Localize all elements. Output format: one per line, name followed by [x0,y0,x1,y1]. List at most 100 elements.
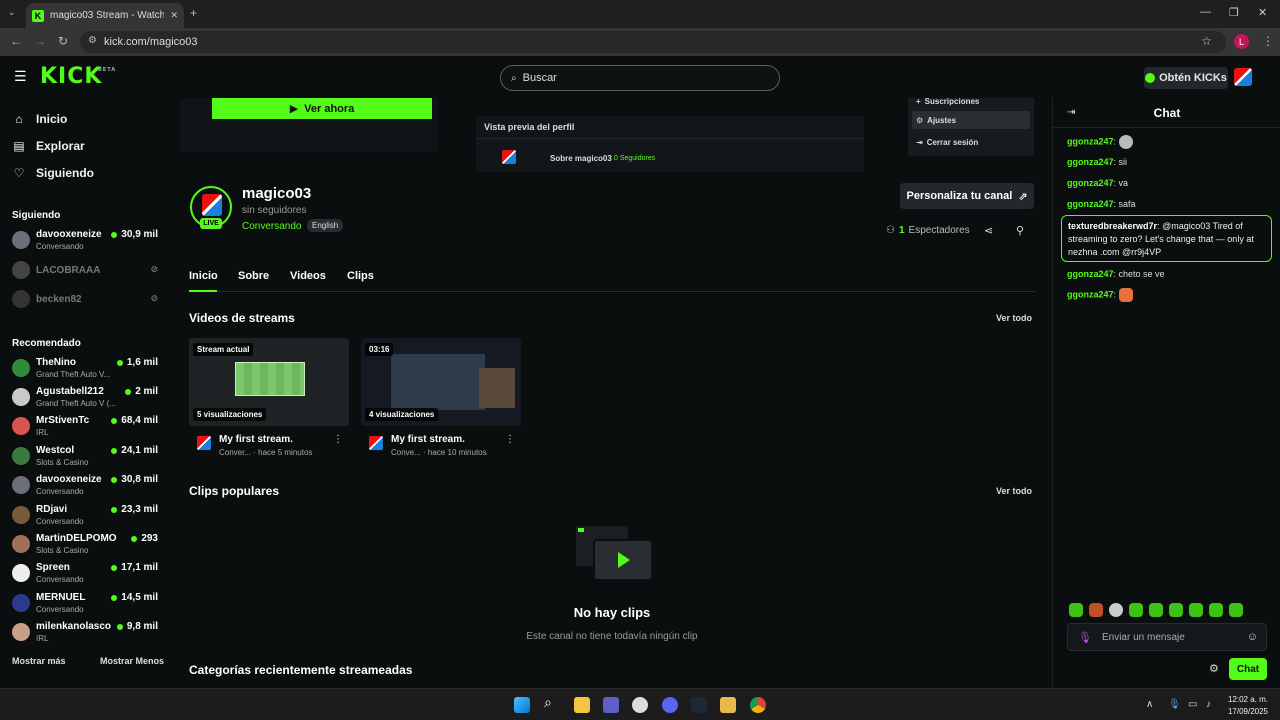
channel-item[interactable]: LACOBRAAA ⊘ [12,258,160,284]
share-icon[interactable]: ⋖ [984,224,993,237]
forward-icon[interactable]: → [34,34,46,48]
app-icon[interactable] [720,697,736,713]
channel-item[interactable]: davooxeneize Conversando 30,9 mil [12,228,160,254]
hamburger-menu-icon[interactable]: ☰ [14,68,27,85]
video-thumbnail[interactable]: Stream actual 5 visualizaciones [189,338,349,426]
browser-menu-icon[interactable]: ⋮ [1262,34,1274,48]
tab-videos[interactable]: Videos [290,270,326,282]
chat-input-placeholder: Enviar un mensaje [1101,631,1185,643]
channel-item[interactable]: davooxeneize Conversando 30,8 mil [12,473,160,499]
viewer-count: ⚇ 1 Espectadores [886,225,970,236]
kick-logo[interactable]: KICK BETA [40,64,115,89]
stream-category[interactable]: Conversando [242,221,301,232]
sidebar-item-siguiendo[interactable]: ♡ Siguiendo [12,166,94,180]
video-meta: Conver... · hace 5 minutos [219,448,312,457]
tab-clips[interactable]: Clips [347,270,374,282]
language-tag[interactable]: English [307,219,344,232]
chat-username[interactable]: ggonza247 [1067,289,1114,299]
reload-icon[interactable]: ↻ [58,34,68,48]
streams-see-all-link[interactable]: Ver todo [996,313,1032,323]
browser-tab[interactable]: K magico03 Stream - Watch Live ✕ [26,3,184,28]
close-tab-icon[interactable]: ✕ [170,10,178,21]
emote-icon[interactable] [1149,603,1163,617]
emote-icon[interactable] [1069,603,1083,617]
emote-icon[interactable] [1169,603,1183,617]
plus-icon: + [916,98,921,106]
emote-icon[interactable] [1109,603,1123,617]
search-icon[interactable]: ⌕ [544,694,560,710]
site-info-icon[interactable]: ⚙ [88,35,97,46]
emoji-picker-icon[interactable]: ☺ [1247,631,1258,643]
more-options-icon[interactable]: ⋮ [333,434,343,445]
channel-item[interactable]: becken82 ⊘ [12,287,160,313]
channel-item[interactable]: milenkanolasco IRL 9,8 mil [12,620,160,646]
chat-username[interactable]: ggonza247 [1067,269,1114,279]
show-less-link[interactable]: Mostrar Menos [100,656,164,666]
emote-icon[interactable] [1089,603,1103,617]
user-options-icon[interactable]: ⚲ [1016,224,1024,237]
video-title[interactable]: My first stream. [391,434,465,445]
close-window-icon[interactable]: ✕ [1258,6,1267,19]
bookmark-star-icon[interactable]: ☆ [1201,34,1212,48]
tab-search-icon[interactable]: ⌄ [8,7,16,18]
minimize-icon[interactable]: — [1200,6,1211,18]
chat-username[interactable]: ggonza247 [1067,136,1114,146]
steam-icon[interactable] [691,697,707,713]
start-menu-icon[interactable] [514,697,530,713]
channel-item[interactable]: Agustabell212 Grand Theft Auto V (... 2 … [12,385,160,411]
chat-username[interactable]: texturedbreakerwd7r [1068,221,1157,231]
chat-settings-icon[interactable]: ⚙ [1209,662,1219,675]
chat-username[interactable]: ggonza247 [1067,157,1114,167]
tray-overflow-icon[interactable]: ∧ [1146,699,1153,710]
get-kicks-button[interactable]: Obtén KICKs [1144,67,1228,89]
teams-icon[interactable] [603,697,619,713]
emote-icon[interactable] [1129,603,1143,617]
system-clock[interactable]: 12:02 a. m. 17/09/2025 [1224,694,1268,718]
video-thumbnail[interactable]: 03:16 4 visualizaciones [361,338,521,426]
volume-icon[interactable]: ♪ [1206,699,1211,710]
clips-see-all-link[interactable]: Ver todo [996,486,1032,496]
tab-inicio[interactable]: Inicio [189,270,218,282]
chat-username[interactable]: ggonza247 [1067,178,1114,188]
live-dot-icon [116,623,123,630]
customize-channel-button[interactable]: Personaliza tu canal ⇗ [900,183,1034,209]
viewer-count-value: 14,5 mil [121,592,158,603]
sidebar-item-explorar[interactable]: ▤ Explorar [12,139,84,153]
microphone-icon[interactable]: 🎙 [1078,631,1092,644]
channel-item[interactable]: TheNino Grand Theft Auto V... 1,6 mil [12,356,160,382]
discord-icon[interactable] [662,697,678,713]
file-explorer-icon[interactable] [574,697,590,713]
back-icon[interactable]: ← [10,34,22,48]
channel-name: magico03 [242,185,312,202]
more-options-icon[interactable]: ⋮ [505,434,515,445]
new-tab-icon[interactable]: + [190,6,197,20]
obs-icon[interactable] [632,697,648,713]
sidebar-item-inicio[interactable]: ⌂ Inicio [12,112,67,126]
channel-item[interactable]: Spreen Conversando 17,1 mil [12,561,160,587]
search-input[interactable]: ⌕ Buscar [500,65,780,91]
tab-sobre[interactable]: Sobre [238,270,269,282]
user-avatar[interactable] [1234,68,1252,86]
chat-text: sii [1118,157,1128,167]
active-tab-indicator [189,290,217,292]
channel-item[interactable]: MartinDELPOMO Slots & Casino 293 [12,532,160,558]
chrome-icon[interactable] [750,697,766,713]
url-field[interactable]: ⚙ kick.com/magico03 ☆ [80,31,1226,53]
send-chat-button[interactable]: Chat [1229,658,1267,680]
network-icon[interactable]: ▭ [1188,699,1197,710]
channel-item[interactable]: MERNUEL Conversando 14,5 mil [12,591,160,617]
chat-message-input[interactable]: 🎙 Enviar un mensaje ☺ [1067,623,1267,651]
chat-username[interactable]: ggonza247 [1067,199,1114,209]
maximize-icon[interactable]: ❐ [1229,6,1239,19]
microphone-icon[interactable]: 🎙 [1168,699,1181,710]
channel-item[interactable]: RDjavi Conversando 23,3 mil [12,503,160,529]
show-more-link[interactable]: Mostrar más [12,656,66,666]
emote-icon[interactable] [1189,603,1203,617]
watch-now-button[interactable]: ▶ Ver ahora [212,98,432,119]
emote-icon[interactable] [1209,603,1223,617]
profile-avatar[interactable]: L [1234,34,1249,49]
emote-icon[interactable] [1229,603,1243,617]
channel-item[interactable]: MrStivenTc IRL 68,4 mil [12,414,160,440]
video-title[interactable]: My first stream. [219,434,293,445]
channel-item[interactable]: Westcol Slots & Casino 24,1 mil [12,444,160,470]
